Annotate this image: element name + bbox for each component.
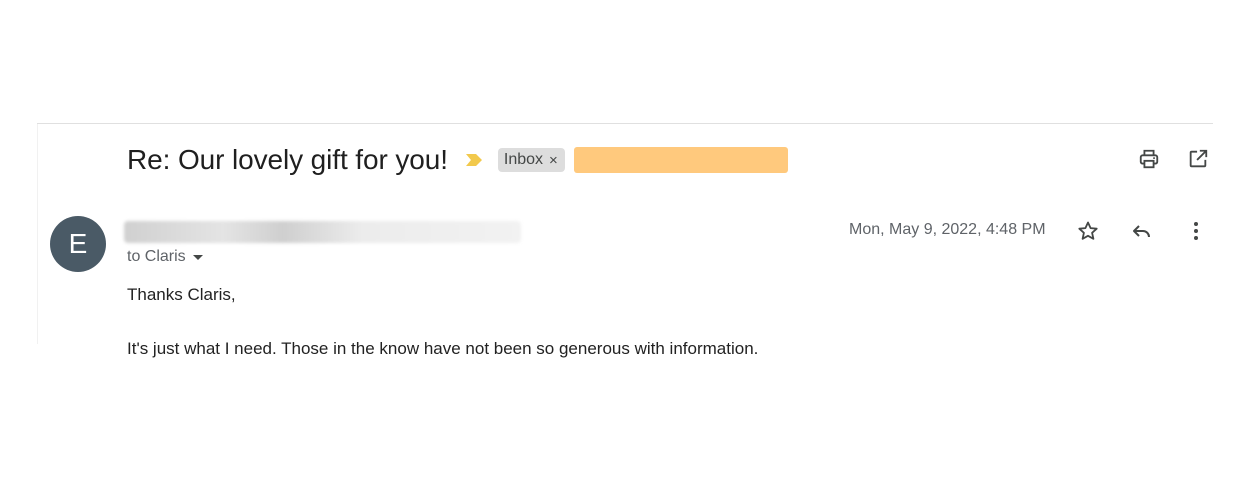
avatar-initial: E: [68, 228, 88, 259]
message-body-line: It's just what I need. Those in the know…: [127, 339, 759, 358]
star-icon[interactable]: [1076, 219, 1100, 243]
recipient-line: to Claris: [127, 248, 203, 266]
open-in-new-window-icon[interactable]: [1186, 147, 1210, 171]
remove-label-button[interactable]: ×: [549, 152, 558, 169]
email-subject: Re: Our lovely gift for you!: [127, 144, 448, 175]
recipient-text: to Claris: [127, 248, 186, 265]
print-icon[interactable]: [1137, 147, 1161, 171]
sender-avatar[interactable]: E: [50, 216, 106, 272]
importance-marker-icon[interactable]: [465, 152, 485, 168]
message-left-rule: [37, 124, 38, 344]
subject-row: Re: Our lovely gift for you! Inbox ×: [127, 140, 788, 180]
header-divider: [37, 123, 1213, 124]
caret-down-icon[interactable]: [192, 254, 203, 260]
more-vert-icon[interactable]: [1184, 219, 1208, 243]
reply-icon[interactable]: [1130, 219, 1154, 243]
label-chip-text: Inbox: [503, 151, 544, 168]
message-actions: [1076, 219, 1208, 243]
redacted-label-chip: [573, 147, 788, 173]
message-greeting: Thanks Claris,: [127, 285, 236, 304]
label-chip-inbox: Inbox ×: [497, 148, 565, 172]
message-date: Mon, May 9, 2022, 4:48 PM: [849, 221, 1046, 238]
sender-name-redacted: [124, 221, 521, 243]
thread-actions: [1137, 147, 1210, 171]
